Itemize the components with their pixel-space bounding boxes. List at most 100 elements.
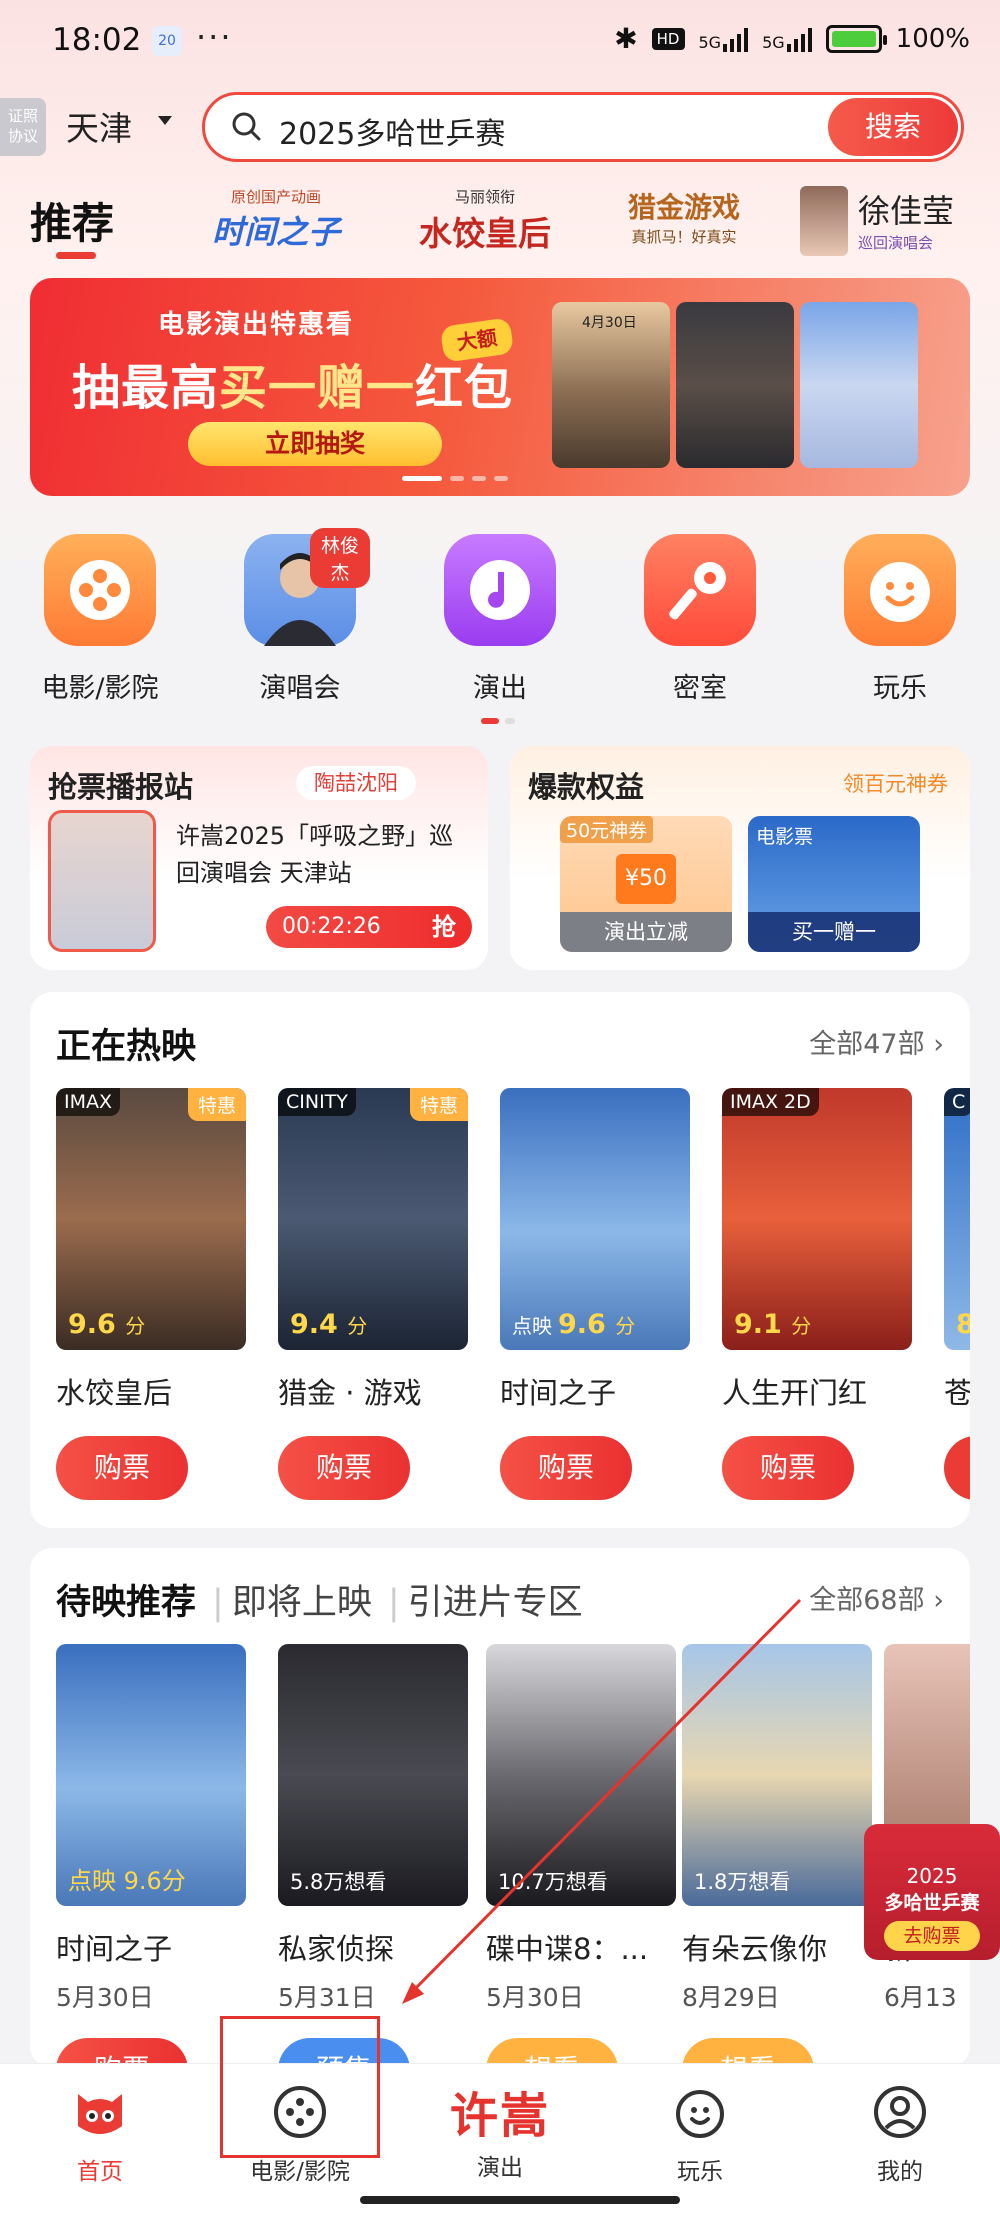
upcoming-movie-card[interactable]: 10.7万想看 碟中谍8：... 5月30日 想看 (486, 1644, 676, 2068)
format-badge: IMAX (56, 1088, 121, 1116)
key-icon (644, 534, 756, 646)
buy-ticket-button[interactable]: 购票 (278, 1436, 410, 1500)
movie-poster[interactable]: 5.8万想看 (278, 1644, 468, 1906)
search-bar[interactable]: 2025多哈世乒赛 搜索 (202, 92, 964, 162)
category-movie[interactable]: 电影/影院 (30, 534, 170, 705)
promo-banner[interactable]: 电影演出特惠看 抽最高买一赠一红包 大额 立即抽奖 4月30日 (30, 278, 970, 496)
signal-icon-2 (786, 26, 812, 52)
channel-tab-4[interactable]: 徐佳莹 巡回演唱会 (800, 186, 980, 256)
category-concert[interactable]: 林俊杰 演唱会 (230, 528, 370, 705)
score-value: 9.6 (68, 1309, 116, 1340)
banner-cta-button[interactable]: 立即抽奖 (188, 422, 442, 466)
movie-score: 9.4 分 (290, 1309, 367, 1340)
category-show[interactable]: 演出 (430, 534, 570, 705)
category-label: 密室 (673, 673, 727, 704)
event-name: 多哈世乒赛 (884, 1892, 980, 1914)
score-value: 9.6 (558, 1309, 606, 1340)
tab-imported-films[interactable]: 引进片专区 (408, 1583, 583, 1623)
music-note-icon (444, 534, 556, 646)
event-buy-button[interactable]: 去购票 (884, 1921, 980, 1951)
headline-part-3: 红包 (415, 360, 514, 416)
see-all-label: 全部68部 (809, 1585, 925, 1616)
movie-poster[interactable]: 点映 9.6分 (56, 1644, 246, 1906)
ticket-broadcast-card[interactable]: 抢票播报站 陶喆沈阳 许嵩2025「呼吸之野」巡回演唱会 天津站 00:22:2… (30, 746, 488, 970)
buy-ticket-button[interactable] (944, 1436, 970, 1500)
movie-poster[interactable]: 点映 9.6 分 (500, 1088, 690, 1350)
ticket-chip[interactable]: 陶喆沈阳 (296, 766, 416, 800)
nav-home[interactable]: 首页 (0, 2082, 200, 2186)
channel-sub: 原创国产动画 (230, 188, 321, 206)
perk-movie-ticket[interactable]: 电影票 买一赠一 (748, 816, 920, 952)
channel-sub: 真抓马！好真实 (631, 228, 737, 246)
movie-title: 碟中谍8：... (486, 1932, 649, 1966)
format-badge: IMAX 2D (722, 1088, 819, 1116)
user-icon (870, 2082, 930, 2142)
score-unit: 分 (615, 1314, 636, 1338)
banner-page-indicator (402, 476, 508, 481)
release-date: 8月29日 (682, 1983, 780, 2012)
movie-card[interactable]: IMAX 2D 9.1 分 人生开门红 购票 (722, 1088, 912, 1500)
movie-title: 人生开门红 (722, 1376, 868, 1410)
movie-card[interactable]: IMAX 特惠 9.6 分 水饺皇后 购票 (56, 1088, 246, 1500)
poster-date: 4月30日 (582, 315, 637, 331)
movie-title: 苍 (944, 1376, 970, 1410)
movie-poster[interactable]: IMAX 特惠 9.6 分 (56, 1088, 246, 1350)
search-input[interactable]: 2025多哈世乒赛 (279, 109, 505, 153)
license-side-tab[interactable]: 证照 协议 (0, 98, 46, 156)
channel-title: 猎金游戏 (627, 191, 740, 224)
upcoming-movie-card[interactable]: 5.8万想看 私家侦探 5月31日 预售 (278, 1644, 468, 2068)
movie-poster[interactable]: C 8 (944, 1088, 970, 1350)
perk-coupon[interactable]: 50元神券 ¥50 演出立减 (560, 816, 732, 952)
countdown-grab-button[interactable]: 00:22:26 抢 (266, 906, 472, 948)
city-caret-icon[interactable] (158, 116, 172, 125)
bluetooth-icon: ✱ (614, 22, 638, 55)
tab-recommend[interactable]: 推荐 (30, 190, 114, 251)
banner-kicker: 电影演出特惠看 (158, 310, 355, 340)
buy-ticket-button[interactable]: 购票 (56, 1436, 188, 1500)
channel-sub: 马丽领衔 (454, 188, 515, 206)
see-all-link[interactable]: 全部47部 › (809, 1022, 944, 1061)
movie-title: 有朵云像你 (682, 1932, 828, 1966)
shows-artist-wordmark: 许嵩 (449, 2088, 550, 2144)
movie-card[interactable]: CINITY 特惠 9.4 分 猎金 · 游戏 购票 (278, 1088, 468, 1500)
category-fun[interactable]: 玩乐 (830, 534, 970, 705)
hot-perks-card[interactable]: 爆款权益 领百元神券 50元神券 ¥50 演出立减 电影票 买一赠一 (510, 746, 970, 970)
tab-upcoming-recommend[interactable]: 待映推荐 (56, 1583, 196, 1623)
movie-title: 时间之子 (56, 1932, 173, 1966)
nav-shows[interactable]: 许嵩 演出 (400, 2076, 600, 2182)
buy-ticket-button[interactable]: 购票 (500, 1436, 632, 1500)
movie-card[interactable]: 点映 9.6 分 时间之子 购票 (500, 1088, 690, 1500)
floating-event-promo[interactable]: 2025 多哈世乒赛 去购票 (864, 1824, 1000, 1960)
tab-coming-soon[interactable]: 即将上映 (232, 1583, 372, 1623)
movie-score: 点映 9.6 分 (512, 1309, 635, 1340)
score-unit: 分 (791, 1314, 812, 1338)
banner-headline: 抽最高买一赠一红包 (72, 348, 513, 418)
nav-mine[interactable]: 我的 (800, 2082, 1000, 2186)
network-5g-label: 5G (698, 32, 722, 52)
upcoming-movie-card[interactable]: 点映 9.6分 时间之子 5月30日 购票 (56, 1644, 246, 2068)
coupon-value: ¥50 (616, 854, 676, 904)
movie-poster[interactable]: 1.8万想看 (682, 1644, 872, 1906)
annotation-highlight-box (220, 2016, 380, 2158)
upcoming-movie-card[interactable]: 1.8万想看 有朵云像你 8月29日 想看 (682, 1644, 872, 2068)
movie-poster[interactable]: 10.7万想看 (486, 1644, 676, 1906)
buy-ticket-button[interactable]: 购票 (722, 1436, 854, 1500)
score-unit: 分 (347, 1314, 368, 1338)
channel-tab-1[interactable]: 原创国产动画 时间之子 (196, 186, 356, 253)
search-button[interactable]: 搜索 (828, 98, 958, 156)
release-date: 5月30日 (486, 1983, 584, 2012)
movie-poster[interactable]: CINITY 特惠 9.4 分 (278, 1088, 468, 1350)
movie-title: 私家侦探 (278, 1932, 395, 1966)
movie-card-partial[interactable]: C 8 苍 (944, 1088, 970, 1500)
concert-description: 许嵩2025「呼吸之野」巡回演唱会 天津站 (176, 822, 454, 887)
network-5g-label-2: 5G (762, 32, 785, 52)
channel-tab-3[interactable]: 猎金游戏 真抓马！好真实 (614, 186, 754, 247)
channel-tab-2[interactable]: 马丽领衔 水饺皇后 (400, 186, 570, 255)
coupon-link[interactable]: 领百元神券 (843, 768, 948, 798)
see-all-link[interactable]: 全部68部 › (809, 1578, 944, 1617)
nav-play[interactable]: 玩乐 (600, 2082, 800, 2186)
movie-poster[interactable]: IMAX 2D 9.1 分 (722, 1088, 912, 1350)
city-selector[interactable]: 天津 (66, 102, 132, 150)
card-title: 爆款权益 (528, 770, 645, 804)
category-escape-room[interactable]: 密室 (630, 534, 770, 705)
